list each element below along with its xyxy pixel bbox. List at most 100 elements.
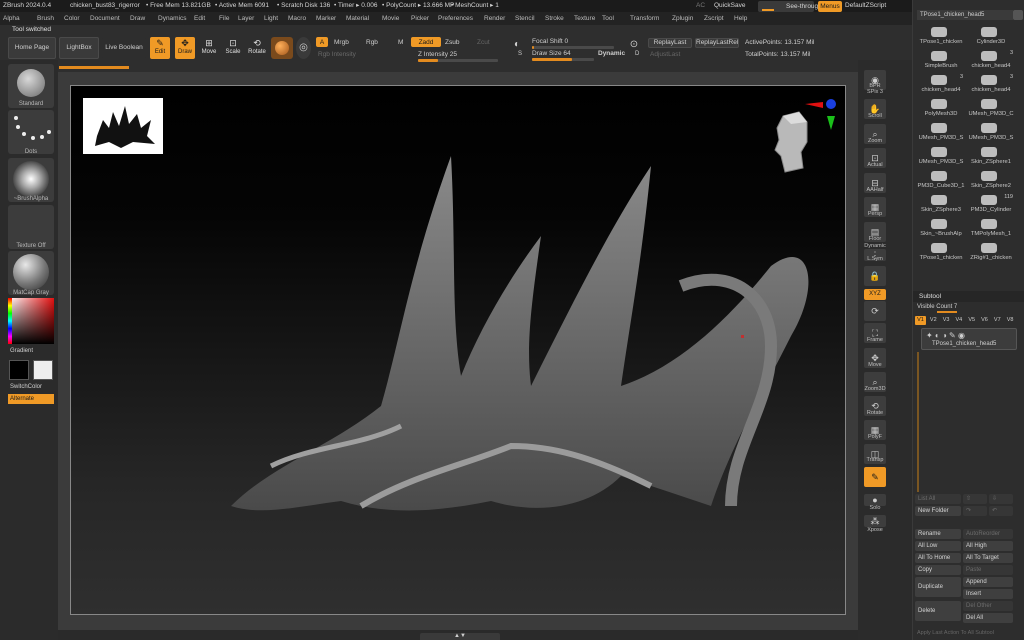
adjust-last-slider[interactable]: AdjustLast (650, 51, 680, 58)
menu-zplugin[interactable]: Zplugin (672, 12, 693, 25)
version-tab-v6[interactable]: V6 (979, 316, 990, 325)
rgb-button[interactable]: Rgb (366, 39, 378, 46)
move-in-button[interactable]: ↷ (963, 506, 987, 516)
menu-light[interactable]: Light (264, 12, 278, 25)
version-tab-v8[interactable]: V8 (1005, 316, 1016, 325)
switch-color-button[interactable]: SwitchColor (10, 384, 42, 390)
del-other-button[interactable]: Del Other (963, 601, 1013, 611)
menu-stencil[interactable]: Stencil (515, 12, 535, 25)
material-picker[interactable] (8, 251, 54, 295)
stroke-picker[interactable] (8, 110, 54, 154)
zsub-button[interactable]: Zsub (445, 39, 459, 46)
tool-item[interactable]: Cylinder3D (967, 26, 1015, 48)
version-tab-v7[interactable]: V7 (992, 316, 1003, 325)
menu-zscript[interactable]: Zscript (704, 12, 724, 25)
version-tab-v4[interactable]: V4 (953, 316, 964, 325)
lightbox-button[interactable]: LightBox (59, 37, 99, 59)
tool-item[interactable]: 3 chicken_head4 (967, 50, 1015, 72)
move-out-button[interactable]: ↶ (989, 506, 1013, 516)
navigator-thumbnail[interactable] (83, 98, 163, 154)
subtool-scrollbar[interactable] (917, 352, 919, 492)
version-tab-v2[interactable]: V2 (928, 316, 939, 325)
current-tool-selector[interactable]: TPose1_chicken_head5 (917, 10, 1013, 20)
tool-item[interactable]: UMesh_PM3D_C (967, 98, 1015, 120)
tool-item[interactable]: 3 chicken_head4 (917, 74, 965, 96)
tool-item[interactable]: Skin_ZSphere2 (967, 170, 1015, 192)
visible-count-slider[interactable]: Visible Count 7 (917, 304, 957, 310)
menus-button[interactable]: Menus (818, 1, 842, 12)
menu-stroke[interactable]: Stroke (545, 12, 564, 25)
material-swatch-button[interactable] (271, 37, 293, 59)
auto-reorder-button[interactable]: AutoReorder (963, 529, 1013, 539)
menu-edit[interactable]: Edit (194, 12, 205, 25)
tool-item[interactable]: ZRig#1_chicken (967, 242, 1015, 264)
secondary-color-swatch[interactable] (33, 360, 53, 380)
tool-item[interactable]: PolyMesh3D (917, 98, 965, 120)
menu-document[interactable]: Document (90, 12, 120, 25)
draw-button[interactable]: ✥ Draw (175, 37, 195, 59)
see-through-slider[interactable]: See-through 0 (758, 1, 827, 12)
mrgb-button[interactable]: Mrgb (334, 39, 349, 46)
all-to-home-button[interactable]: All To Home (915, 553, 961, 563)
menu-movie[interactable]: Movie (382, 12, 399, 25)
tool-item[interactable]: UMesh_PM3D_S (967, 122, 1015, 144)
draw-size-slider[interactable] (532, 58, 594, 61)
xpose-button[interactable]: ⁂ (864, 515, 886, 527)
tool-item[interactable]: TPose1_chicken (917, 26, 965, 48)
color-picker[interactable] (8, 298, 54, 344)
menu-draw[interactable]: Draw (130, 12, 145, 25)
hue-strip[interactable] (8, 298, 12, 344)
tool-size-slider[interactable] (1013, 10, 1023, 20)
menu-help[interactable]: Help (734, 12, 747, 25)
menu-tool[interactable]: Tool (602, 12, 614, 25)
insert-button[interactable]: Insert (963, 589, 1013, 599)
spix-slider[interactable]: SPix 3 (858, 89, 892, 95)
tool-item[interactable]: 3 chicken_head4 (967, 74, 1015, 96)
quicksave-button[interactable]: QuickSave (714, 0, 745, 12)
tool-item[interactable]: UMesh_PM3D_S (917, 146, 965, 168)
menu-render[interactable]: Render (484, 12, 505, 25)
xyz-button[interactable]: XYZ (864, 289, 886, 300)
menu-texture[interactable]: Texture (574, 12, 595, 25)
menu-picker[interactable]: Picker (411, 12, 429, 25)
menu-layer[interactable]: Layer (238, 12, 254, 25)
tool-item[interactable]: SimpleBrush (917, 50, 965, 72)
menu-material[interactable]: Material (346, 12, 369, 25)
new-folder-button[interactable]: New Folder (915, 506, 961, 516)
ghost-button[interactable]: ✎ (864, 467, 886, 487)
document-viewport[interactable] (70, 85, 846, 615)
home-page-button[interactable]: Home Page (8, 37, 56, 59)
version-tab-v5[interactable]: V5 (966, 316, 977, 325)
delete-button[interactable]: Delete (915, 601, 961, 621)
edit-button[interactable]: ✎ Edit (150, 37, 170, 59)
spotlight-button[interactable]: ◎ (296, 37, 311, 59)
paste-button[interactable]: Paste (963, 565, 1013, 575)
append-button[interactable]: Append (963, 577, 1013, 587)
live-boolean-button[interactable]: Live Boolean (101, 37, 147, 59)
main-color-swatch[interactable] (9, 360, 29, 380)
copy-button[interactable]: Copy (915, 565, 961, 575)
scale-button[interactable]: ⊡ Scale (223, 37, 243, 59)
tool-item[interactable]: 119 PM3D_Cylinder (967, 194, 1015, 216)
focal-shift-slider[interactable] (532, 46, 614, 49)
rotate-axis-button[interactable]: ⟳ (864, 301, 886, 321)
all-high-button[interactable]: All High (963, 541, 1013, 551)
zcut-button[interactable]: Zcut (477, 39, 490, 46)
zadd-button[interactable]: Zadd (411, 37, 441, 47)
tool-item[interactable]: PM3D_Cube3D_1 (917, 170, 965, 192)
alternate-button[interactable]: Alternate (8, 394, 54, 404)
move-up-button[interactable]: ⇧ (963, 494, 987, 504)
menu-preferences[interactable]: Preferences (438, 12, 473, 25)
z-intensity-slider[interactable] (418, 59, 498, 62)
rename-button[interactable]: Rename (915, 529, 961, 539)
tool-item[interactable]: TMPolyMesh_1 (967, 218, 1015, 240)
tool-item[interactable]: Skin_ZSphere1 (967, 146, 1015, 168)
bottom-tray-handle[interactable]: ▲▼ (420, 633, 500, 640)
a-button[interactable]: A (316, 37, 328, 47)
dynamic-button[interactable]: Dynamic (598, 50, 625, 57)
list-all-button[interactable]: List All (915, 494, 961, 504)
rgb-intensity-slider[interactable]: Rgb Intensity (318, 51, 356, 58)
m-button[interactable]: M (398, 39, 403, 46)
menu-macro[interactable]: Macro (288, 12, 306, 25)
move-down-button[interactable]: ⇩ (989, 494, 1013, 504)
